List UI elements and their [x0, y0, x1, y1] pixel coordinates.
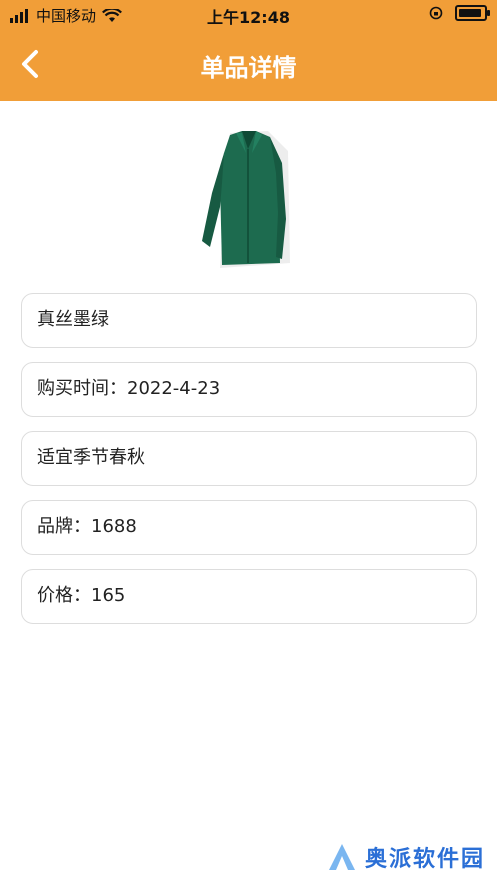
green-shirt-image [202, 131, 290, 268]
detail-list: 真丝墨绿 购买时间：2022-4-23 适宜季节春秋 品牌：1688 价格：16… [21, 293, 477, 638]
nav-bar: 单品详情 [0, 28, 497, 101]
detail-item-purchase-date: 购买时间：2022-4-23 [21, 362, 477, 417]
status-time: 上午12:48 [207, 8, 290, 27]
watermark: 奥派软件园 [327, 841, 485, 873]
rotation-lock-icon [429, 6, 443, 20]
app-header: 中国移动 上午12:48 单品详情 [0, 0, 497, 101]
battery-icon [455, 5, 490, 21]
detail-item-season: 适宜季节春秋 [21, 431, 477, 486]
battery-fill [459, 9, 481, 17]
detail-item-price: 价格：165 [21, 569, 477, 624]
page-title: 单品详情 [200, 54, 297, 82]
detail-item-name: 真丝墨绿 [21, 293, 477, 348]
status-bar: 中国移动 上午12:48 [0, 0, 497, 28]
watermark-logo-icon [328, 844, 355, 870]
status-right [429, 5, 490, 21]
detail-item-brand: 品牌：1688 [21, 500, 477, 555]
watermark-text: 奥派软件园 [364, 847, 485, 872]
product-image [190, 123, 300, 273]
